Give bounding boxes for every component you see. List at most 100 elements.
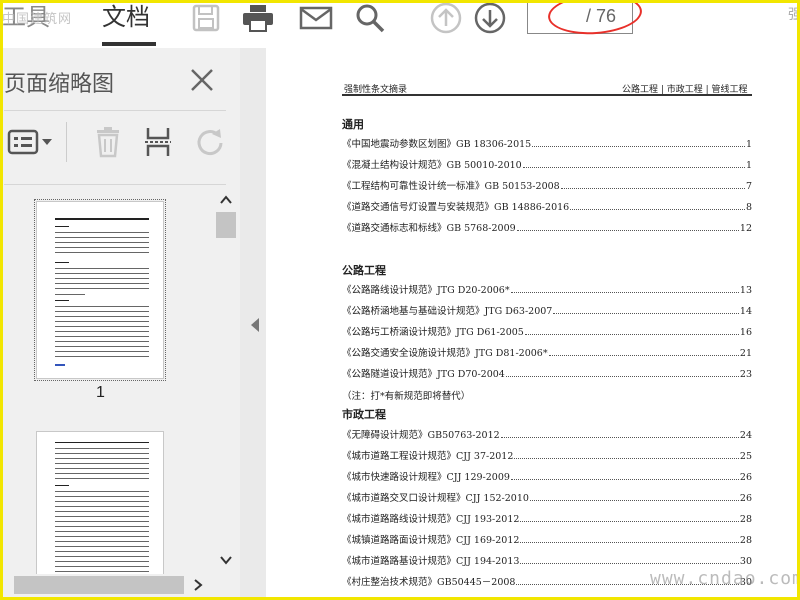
thumbnail-page-number: 1: [96, 384, 105, 401]
toc-entry[interactable]: 《城市道路路基设计规范》CJJ 194-2013 30: [342, 553, 752, 567]
toc-entry[interactable]: 《道路交通信号灯设置与安装规范》GB 14886-2016 8: [342, 199, 752, 213]
rotate-page-button[interactable]: [190, 122, 230, 162]
email-button[interactable]: [296, 0, 336, 36]
toc-leader: [548, 355, 739, 356]
split-page-button[interactable]: [138, 122, 178, 162]
scroll-right-icon[interactable]: [190, 577, 206, 593]
toc-entry[interactable]: 《城镇道路路面设计规范》CJJ 169-2012 28: [342, 532, 752, 546]
toc-entry-title: 《无障碍设计规范》GB50763-2012: [342, 430, 500, 441]
scroll-up-icon[interactable]: [218, 192, 234, 208]
toc-entry[interactable]: 《城市道路交叉口设计规程》CJJ 152-2010 26: [342, 490, 752, 504]
toc-entry-page: 21: [739, 348, 752, 359]
horizontal-scroll-thumb[interactable]: [14, 576, 184, 594]
toc-entry[interactable]: 《公路圬工桥涵设计规范》JTG D61-2005 16: [342, 324, 752, 338]
delete-page-button[interactable]: [88, 122, 128, 162]
active-tab-underline: [102, 42, 156, 46]
sidebar-divider-2: [4, 184, 226, 185]
tab-document[interactable]: 文档: [102, 0, 156, 48]
toc-entry-title: 《公路圬工桥涵设计规范》JTG D61-2005: [342, 327, 524, 338]
toc-entry-title: 《城市道路交叉口设计规程》CJJ 152-2010: [342, 493, 529, 504]
thumbnail-options-button[interactable]: [6, 122, 56, 162]
toc-entry-title: 《城镇道路路面设计规范》CJJ 169-2012: [342, 535, 520, 546]
toc-entry-title: 《公路路线设计规范》JTG D20-2006*: [342, 285, 510, 296]
toc-entry-page: 28: [739, 514, 752, 525]
toc-entry-title: 《公路桥涵地基与基础设计规范》JTG D63-2007: [342, 306, 553, 317]
toc-leader: [500, 437, 739, 438]
search-icon: [356, 4, 385, 33]
toc-leader: [510, 292, 739, 293]
toc-entry[interactable]: 《道路交通标志和标线》GB 5768-2009 12: [342, 220, 752, 234]
toc-entry[interactable]: 《公路隧道设计规范》JTG D70-2004 23: [342, 366, 752, 380]
toc-entry-title: 《公路交通安全设施设计规范》JTG D81-2006*: [342, 348, 548, 359]
toc-leader: [553, 313, 739, 314]
options-menu-icon: [7, 129, 52, 155]
toc-leader: [529, 500, 739, 501]
arrow-up-circle-icon: [430, 2, 462, 34]
toc-entry-title: 《公路隧道设计规范》JTG D70-2004: [342, 369, 505, 380]
save-button[interactable]: [186, 0, 226, 36]
next-page-button[interactable]: [470, 0, 510, 36]
sidebar-collapse-strip[interactable]: [240, 48, 266, 600]
toc-entry-page: 26: [739, 493, 752, 504]
search-button[interactable]: [350, 0, 390, 36]
toc-entry[interactable]: 《城市快速路设计规程》CJJ 129-2009 26: [342, 469, 752, 483]
toc-entry-page: 30: [739, 556, 752, 567]
toc-entry-page: 1: [745, 160, 752, 171]
toc-leader: [560, 188, 745, 189]
section-heading: 公路工程: [342, 264, 386, 277]
toc-entry-page: 23: [739, 369, 752, 380]
toc-entry-page: 14: [739, 306, 752, 317]
mail-icon: [299, 6, 333, 30]
toolbar-edge-text: 强: [788, 6, 800, 22]
toc-entry[interactable]: 《混凝土结构设计规范》GB 50010-2010 1: [342, 157, 752, 171]
thumbnail-sidebar: 页面缩略图 1: [0, 48, 240, 600]
toc-entry[interactable]: 《公路路线设计规范》JTG D20-2006* 13: [342, 282, 752, 296]
toc-leader: [524, 334, 739, 335]
toc-entry[interactable]: 《公路桥涵地基与基础设计规范》JTG D63-2007 14: [342, 303, 752, 317]
print-icon: [243, 5, 273, 32]
toc-entry[interactable]: 《无障碍设计规范》GB50763-2012 24: [342, 427, 752, 441]
toc-leader: [520, 563, 739, 564]
toc-entry-title: 《中国地震动参数区划图》GB 18306-2015: [342, 139, 532, 150]
toc-entry[interactable]: 《中国地震动参数区划图》GB 18306-2015 1: [342, 136, 752, 150]
vertical-scroll-thumb[interactable]: [216, 212, 236, 238]
thumbnail-horizontal-scrollbar[interactable]: [0, 574, 214, 596]
previous-page-button[interactable]: [426, 0, 466, 36]
toc-entry-page: 13: [739, 285, 752, 296]
toolbar-separator: [66, 122, 67, 162]
close-sidebar-button[interactable]: [186, 64, 218, 96]
toc-entry-page: 26: [739, 472, 752, 483]
toc-entry-page: 24: [739, 430, 752, 441]
toc-entry-page: 28: [739, 535, 752, 546]
thumbnail-list: 1: [0, 188, 214, 578]
site-watermark: 中国建筑网: [2, 12, 73, 27]
page-thumbnail-1[interactable]: [34, 199, 166, 381]
toc-entry-page: 16: [739, 327, 752, 338]
toc-entry[interactable]: 《公路交通安全设施设计规范》JTG D81-2006* 21: [342, 345, 752, 359]
scroll-down-icon[interactable]: [218, 552, 234, 568]
toc-entry[interactable]: 《工程结构可靠性设计统一标准》GB 50153-2008 7: [342, 178, 752, 192]
collapse-left-icon[interactable]: [251, 318, 259, 332]
toc-leader: [532, 146, 745, 147]
toc-entry-title: 《道路交通信号灯设置与安装规范》GB 14886-2016: [342, 202, 570, 213]
toc-entry[interactable]: 《城市道路工程设计规范》CJJ 37-2012 25: [342, 448, 752, 462]
tab-document-label: 文档: [102, 3, 150, 31]
save-icon: [192, 4, 220, 32]
section-note: （注：打*有新规范即将替代）: [342, 391, 471, 402]
toc-leader: [522, 167, 745, 168]
document-page: 强制性条文摘录 公路工程 | 市政工程 | 管线工程 通用 《中国地震动参数区划…: [266, 48, 800, 600]
print-button[interactable]: [238, 0, 278, 36]
toc-entry[interactable]: 《城市道路路线设计规范》CJJ 193-2012 28: [342, 511, 752, 525]
sidebar-title: 页面缩略图: [4, 72, 115, 97]
toc-entry-title: 《道路交通标志和标线》GB 5768-2009: [342, 223, 516, 234]
split-page-icon: [145, 128, 171, 156]
page-thumbnail-2[interactable]: [37, 432, 163, 578]
toc-entry-title: 《村庄整治技术规范》GB50445－2008: [342, 577, 516, 588]
toc-leader: [520, 542, 739, 543]
toc-leader: [570, 209, 745, 210]
thumbnail-vertical-scrollbar[interactable]: [214, 188, 238, 580]
toc-entry-title: 《工程结构可靠性设计统一标准》GB 50153-2008: [342, 181, 560, 192]
toc-entry-page: 7: [745, 181, 752, 192]
section-heading: 市政工程: [342, 408, 386, 421]
toc-entry-title: 《混凝土结构设计规范》GB 50010-2010: [342, 160, 522, 171]
